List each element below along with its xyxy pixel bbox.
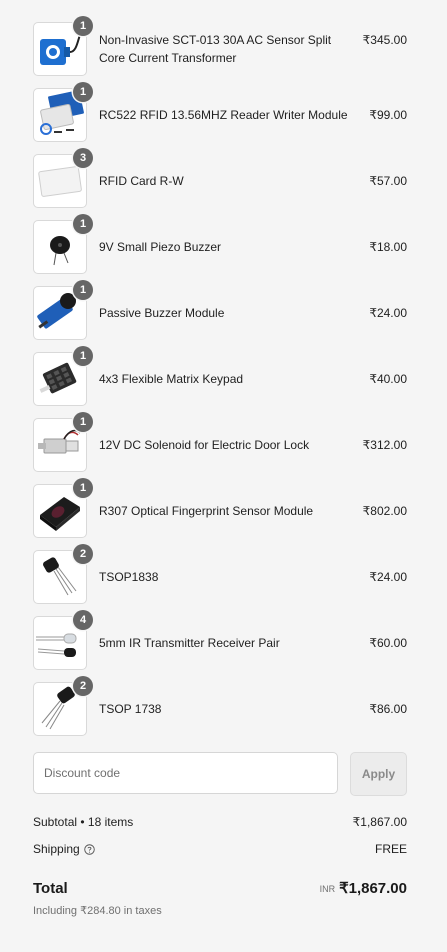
question-circle-icon[interactable]: [83, 844, 95, 855]
product-name: TSOP 1738: [99, 702, 162, 716]
quantity-badge: 1: [73, 16, 93, 36]
shipping-label: Shipping: [33, 842, 80, 856]
product-name: RC522 RFID 13.56MHZ Reader Writer Module: [99, 108, 348, 122]
product-name: 9V Small Piezo Buzzer: [99, 240, 222, 254]
quantity-badge: 3: [73, 148, 93, 168]
subtotal-label: Subtotal • 18 items: [33, 815, 134, 829]
tax-note: Including ₹284.80 in taxes: [33, 905, 162, 917]
list-item: 1 4x3 Flexible Matrix Keypad ₹40.00: [0, 346, 447, 418]
total-label: Total: [33, 880, 68, 897]
product-price: ₹57.00: [369, 174, 407, 188]
discount-code-form: Apply: [33, 752, 407, 796]
product-name: Passive Buzzer Module: [99, 306, 225, 320]
product-price: ₹99.00: [369, 108, 407, 122]
subtotal-value: ₹1,867.00: [352, 815, 407, 829]
list-item: 1 RC522 RFID 13.56MHZ Reader Writer Modu…: [0, 82, 447, 154]
list-item: 1 12V DC Solenoid for Electric Door Lock…: [0, 412, 447, 484]
product-price: ₹60.00: [369, 636, 407, 650]
list-item: 2 TSOP 1738 ₹86.00: [0, 676, 447, 748]
quantity-badge: 1: [73, 280, 93, 300]
currency-code: INR: [319, 884, 336, 894]
product-price: ₹18.00: [369, 240, 407, 254]
list-item: 1 9V Small Piezo Buzzer ₹18.00: [0, 214, 447, 286]
shipping-value: FREE: [374, 842, 407, 856]
list-item: 1 Non-Invasive SCT-013 30A AC Sensor Spl…: [0, 16, 447, 88]
product-name: 5mm IR Transmitter Receiver Pair: [99, 636, 280, 650]
product-price: ₹802.00: [362, 504, 407, 518]
discount-code-input[interactable]: [33, 752, 338, 794]
product-price: ₹86.00: [369, 702, 407, 716]
list-item: 2 TSOP1838 ₹24.00: [0, 544, 447, 616]
total-row: Total INR ₹1,867.00: [33, 878, 407, 900]
product-price: ₹24.00: [369, 306, 407, 320]
order-item-list: 1 Non-Invasive SCT-013 30A AC Sensor Spl…: [0, 16, 447, 748]
list-item: 1 R307 Optical Fingerprint Sensor Module…: [0, 478, 447, 550]
subtotal-row: Subtotal • 18 items ₹1,867.00: [33, 813, 407, 831]
quantity-badge: 1: [73, 346, 93, 366]
product-name: R307 Optical Fingerprint Sensor Module: [99, 504, 314, 518]
product-name: RFID Card R-W: [99, 174, 184, 188]
product-name: 12V DC Solenoid for Electric Door Lock: [99, 438, 310, 452]
product-price: ₹345.00: [362, 33, 407, 47]
product-price: ₹40.00: [369, 372, 407, 386]
product-price: ₹312.00: [362, 438, 407, 452]
product-name: Non-Invasive SCT-013 30A AC Sensor Split…: [99, 33, 332, 65]
product-name: 4x3 Flexible Matrix Keypad: [99, 372, 244, 386]
quantity-badge: 2: [73, 676, 93, 696]
product-name: TSOP1838: [99, 570, 159, 584]
quantity-badge: 2: [73, 544, 93, 564]
list-item: 3 RFID Card R-W ₹57.00: [0, 148, 447, 220]
quantity-badge: 4: [73, 610, 93, 630]
list-item: 4 5mm IR Transmitter Receiver Pair ₹60.0…: [0, 610, 447, 682]
shipping-row: Shipping FREE: [33, 840, 407, 858]
quantity-badge: 1: [73, 478, 93, 498]
quantity-badge: 1: [73, 214, 93, 234]
quantity-badge: 1: [73, 82, 93, 102]
product-price: ₹24.00: [369, 570, 407, 584]
list-item: 1 Passive Buzzer Module ₹24.00: [0, 280, 447, 352]
total-amount: ₹1,867.00: [339, 880, 407, 897]
apply-discount-button[interactable]: Apply: [350, 752, 407, 796]
quantity-badge: 1: [73, 412, 93, 432]
